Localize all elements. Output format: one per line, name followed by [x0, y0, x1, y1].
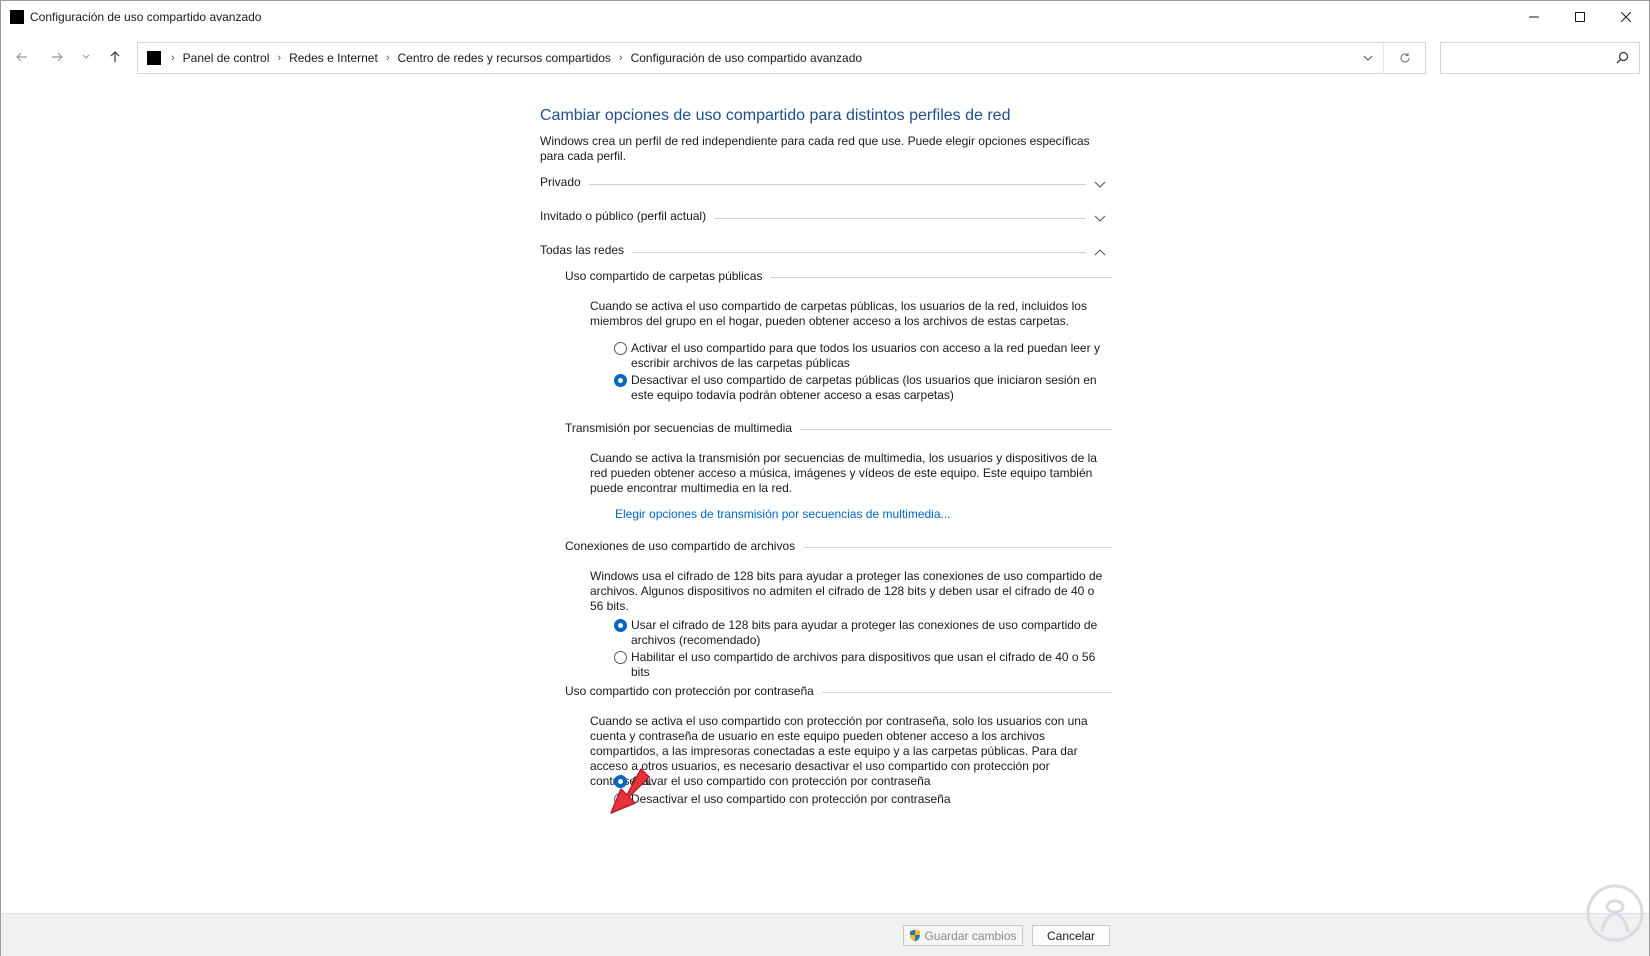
profile-label: Invitado o público (perfil actual)	[540, 209, 715, 223]
divider	[540, 184, 1086, 185]
media-streaming-options-link[interactable]: Elegir opciones de transmisión por secue…	[615, 507, 951, 521]
chevron-down-icon[interactable]	[1094, 181, 1106, 189]
chevron-down-icon	[1363, 55, 1373, 61]
section-password-protected: Uso compartido con protección por contra…	[565, 684, 1112, 704]
breadcrumb-panel-de-control[interactable]: Panel de control	[183, 51, 270, 65]
refresh-icon	[1399, 53, 1410, 63]
control-panel-icon	[10, 10, 24, 24]
back-button[interactable]	[9, 45, 35, 69]
radio-label: Activar el uso compartido para que todos…	[631, 341, 1100, 370]
radio-button[interactable]	[614, 619, 627, 632]
cancel-button[interactable]: Cancelar	[1032, 925, 1110, 946]
red-arrow-annotation	[610, 768, 650, 814]
radio-label: Usar el cifrado de 128 bits para ayudar …	[631, 618, 1098, 647]
window-title: Configuración de uso compartido avanzado	[30, 10, 262, 24]
radio-label: Activar el uso compartido con protección…	[631, 774, 931, 788]
window: Configuración de uso compartido avanzado	[0, 0, 1650, 956]
window-controls	[1511, 1, 1649, 33]
radio-label: Desactivar el uso compartido de carpetas…	[631, 373, 1097, 402]
profile-label: Privado	[540, 175, 589, 189]
arrow-left-icon	[16, 52, 27, 62]
control-panel-icon	[147, 51, 161, 65]
radio-button[interactable]	[614, 342, 627, 355]
profile-all-networks[interactable]: Todas las redes	[540, 243, 1108, 263]
arrow-right-icon	[52, 52, 63, 62]
radio-option[interactable]: Habilitar el uso compartido de archivos …	[614, 650, 1114, 680]
section-heading: Transmisión por secuencias de multimedia	[565, 421, 800, 435]
radio-label: Desactivar el uso compartido con protecc…	[631, 792, 951, 806]
watermark-logo	[1586, 884, 1644, 942]
up-button[interactable]	[102, 45, 128, 69]
title-bar: Configuración de uso compartido avanzado	[1, 1, 1649, 33]
breadcrumb-separator: ›	[171, 52, 175, 64]
section-file-sharing: Conexiones de uso compartido de archivos	[565, 539, 1112, 559]
address-bar[interactable]: › Panel de control › Redes e Internet › …	[137, 42, 1426, 74]
radio-option[interactable]: Activar el uso compartido para que todos…	[614, 341, 1114, 371]
radio-option[interactable]: Desactivar el uso compartido con protecc…	[614, 792, 1114, 807]
address-bar-actions	[1353, 43, 1425, 73]
save-button-label: Guardar cambios	[924, 928, 1017, 943]
breadcrumb-separator: ›	[385, 52, 390, 64]
chevron-down-icon	[82, 54, 90, 59]
intro-text: Windows crea un perfil de red independie…	[540, 134, 1090, 163]
page-title: Cambiar opciones de uso compartido para …	[540, 107, 1011, 124]
footer-bar: Guardar cambios Cancelar	[1, 913, 1649, 956]
maximize-button[interactable]	[1557, 1, 1603, 33]
arrow-up-icon	[110, 51, 120, 62]
search-icon[interactable]	[1616, 51, 1629, 64]
radio-option[interactable]: Desactivar el uso compartido de carpetas…	[614, 373, 1114, 403]
search-input[interactable]	[1440, 42, 1640, 74]
radio-option[interactable]: Usar el cifrado de 128 bits para ayudar …	[614, 618, 1114, 648]
save-changes-button[interactable]: Guardar cambios	[903, 925, 1023, 946]
breadcrumb-current[interactable]: Configuración de uso compartido avanzado	[631, 51, 862, 65]
radio-button[interactable]	[614, 374, 627, 387]
radio-label: Habilitar el uso compartido de archivos …	[631, 650, 1096, 679]
section-heading: Uso compartido con protección por contra…	[565, 684, 822, 698]
section-heading: Conexiones de uso compartido de archivos	[565, 539, 804, 553]
section-public-folders: Uso compartido de carpetas públicas	[565, 269, 1112, 289]
refresh-button[interactable]	[1383, 43, 1425, 73]
forward-button[interactable]	[44, 45, 70, 69]
section-media-streaming: Transmisión por secuencias de multimedia	[565, 421, 1112, 441]
recent-locations-button[interactable]	[73, 45, 99, 69]
shield-icon	[910, 929, 921, 942]
content-area: Cambiar opciones de uso compartido para …	[1, 77, 1649, 911]
profile-private[interactable]: Privado	[540, 175, 1108, 195]
minimize-button[interactable]	[1511, 1, 1557, 33]
radio-option[interactable]: Activar el uso compartido con protección…	[614, 774, 1114, 789]
minimize-icon	[1529, 16, 1539, 18]
section-description: Cuando se activa la transmisión por secu…	[590, 451, 1097, 495]
profile-label: Todas las redes	[540, 243, 633, 257]
address-dropdown-button[interactable]	[1353, 55, 1383, 61]
close-button[interactable]	[1603, 1, 1649, 33]
breadcrumb-redes-e-internet[interactable]: Redes e Internet	[289, 51, 378, 65]
radio-button[interactable]	[614, 651, 627, 664]
breadcrumb-separator: ›	[618, 52, 623, 64]
maximize-icon	[1575, 12, 1585, 22]
profile-guest-public[interactable]: Invitado o público (perfil actual)	[540, 209, 1108, 229]
section-description: Cuando se activa el uso compartido de ca…	[590, 299, 1087, 328]
chevron-up-icon[interactable]	[1094, 248, 1106, 256]
section-description: Windows usa el cifrado de 128 bits para …	[590, 569, 1103, 613]
breadcrumb-centro-de-redes[interactable]: Centro de redes y recursos compartidos	[397, 51, 610, 65]
section-heading: Uso compartido de carpetas públicas	[565, 269, 771, 283]
chevron-down-icon[interactable]	[1094, 215, 1106, 223]
close-icon	[1621, 12, 1631, 22]
breadcrumb-separator: ›	[277, 52, 282, 64]
navigation-bar: › Panel de control › Redes e Internet › …	[1, 39, 1649, 75]
